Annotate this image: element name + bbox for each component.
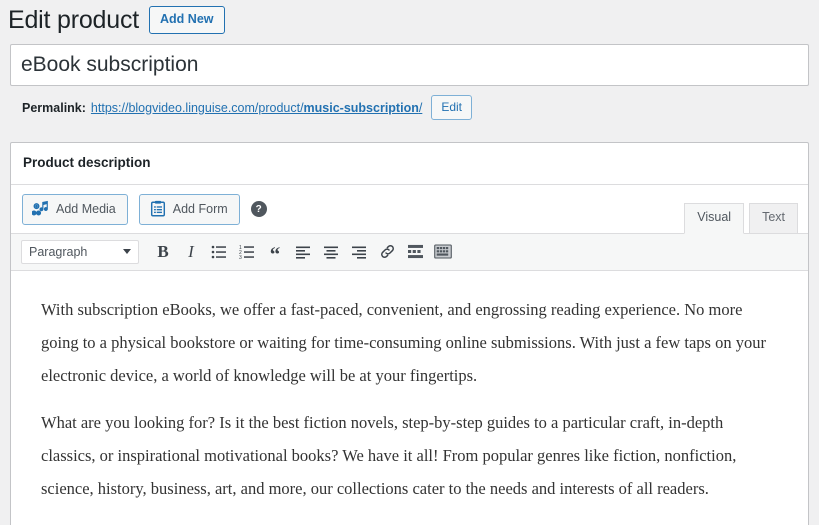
format-toolbar: Paragraph B I 1 2 3 “ xyxy=(11,232,808,271)
add-media-button[interactable]: Add Media xyxy=(22,193,128,225)
align-left-icon xyxy=(296,246,310,259)
read-more-button[interactable] xyxy=(401,239,429,265)
paragraph-format-select[interactable]: Paragraph xyxy=(21,239,139,264)
align-right-icon xyxy=(352,246,366,259)
toolbar-toggle-button[interactable] xyxy=(429,239,457,265)
read-more-tag-icon xyxy=(407,245,423,259)
postbox-title: Product description xyxy=(23,155,151,170)
permalink-link[interactable]: https://blogvideo.linguise.com/product/m… xyxy=(91,101,422,115)
numbered-list-icon: 1 2 3 xyxy=(239,245,254,260)
bulleted-list-icon xyxy=(211,245,226,258)
italic-button[interactable]: I xyxy=(177,239,205,265)
editor-tools-bar: Add Media Add Form ? Visual Text xyxy=(11,184,808,234)
permalink-base: https://blogvideo.linguise.com/product/ xyxy=(90,100,304,115)
permalink-slug: music-subscription xyxy=(303,100,419,115)
content-paragraph-1: With subscription eBooks, we offer a fas… xyxy=(41,299,766,385)
blockquote-glyph: “ xyxy=(269,242,281,267)
product-description-postbox: Product description Add Media Add Form ?… xyxy=(10,142,809,525)
permalink-label: Permalink: xyxy=(22,100,86,115)
postbox-header: Product description xyxy=(11,143,808,185)
edit-permalink-button[interactable]: Edit xyxy=(431,94,473,121)
editor-content-area[interactable]: With subscription eBooks, we offer a fas… xyxy=(11,270,808,525)
blockquote-button[interactable]: “ xyxy=(261,239,289,265)
add-form-button[interactable]: Add Form xyxy=(138,193,240,225)
content-paragraph-2: What are you looking for? Is it the best… xyxy=(41,412,737,498)
product-title-input[interactable] xyxy=(10,44,809,86)
clipboard-form-icon xyxy=(149,200,167,218)
permalink-row: Permalink: https://blogvideo.linguise.co… xyxy=(0,86,819,121)
keyboard-toolbar-toggle-icon xyxy=(434,244,452,259)
align-right-button[interactable] xyxy=(345,239,373,265)
bold-button[interactable]: B xyxy=(149,239,177,265)
insert-link-button[interactable] xyxy=(373,239,401,265)
add-media-label: Add Media xyxy=(56,201,116,216)
svg-text:3: 3 xyxy=(239,255,242,260)
tab-text[interactable]: Text xyxy=(749,203,798,234)
bulleted-list-button[interactable] xyxy=(205,239,233,265)
paragraph-format-label: Paragraph xyxy=(29,244,88,259)
editor-mode-tabs: Visual Text xyxy=(679,203,798,234)
wordpress-edit-product-page: Edit product Add New Permalink: https://… xyxy=(0,0,819,525)
title-field-wrapper xyxy=(0,38,819,86)
italic-glyph: I xyxy=(188,242,194,262)
numbered-list-button[interactable]: 1 2 3 xyxy=(233,239,261,265)
add-new-button[interactable]: Add New xyxy=(149,5,225,35)
page-header: Edit product Add New xyxy=(0,0,819,38)
add-form-label: Add Form xyxy=(172,201,228,216)
link-chain-icon xyxy=(380,245,394,259)
align-center-button[interactable] xyxy=(317,239,345,265)
page-title: Edit product xyxy=(8,5,140,34)
media-camera-music-icon xyxy=(31,200,50,218)
help-icon[interactable]: ? xyxy=(250,201,267,218)
tab-visual[interactable]: Visual xyxy=(684,203,745,234)
bold-glyph: B xyxy=(157,242,169,262)
permalink-trailing-slash: / xyxy=(418,100,423,115)
chevron-down-icon xyxy=(123,249,131,255)
align-left-button[interactable] xyxy=(289,239,317,265)
align-center-icon xyxy=(324,246,338,259)
